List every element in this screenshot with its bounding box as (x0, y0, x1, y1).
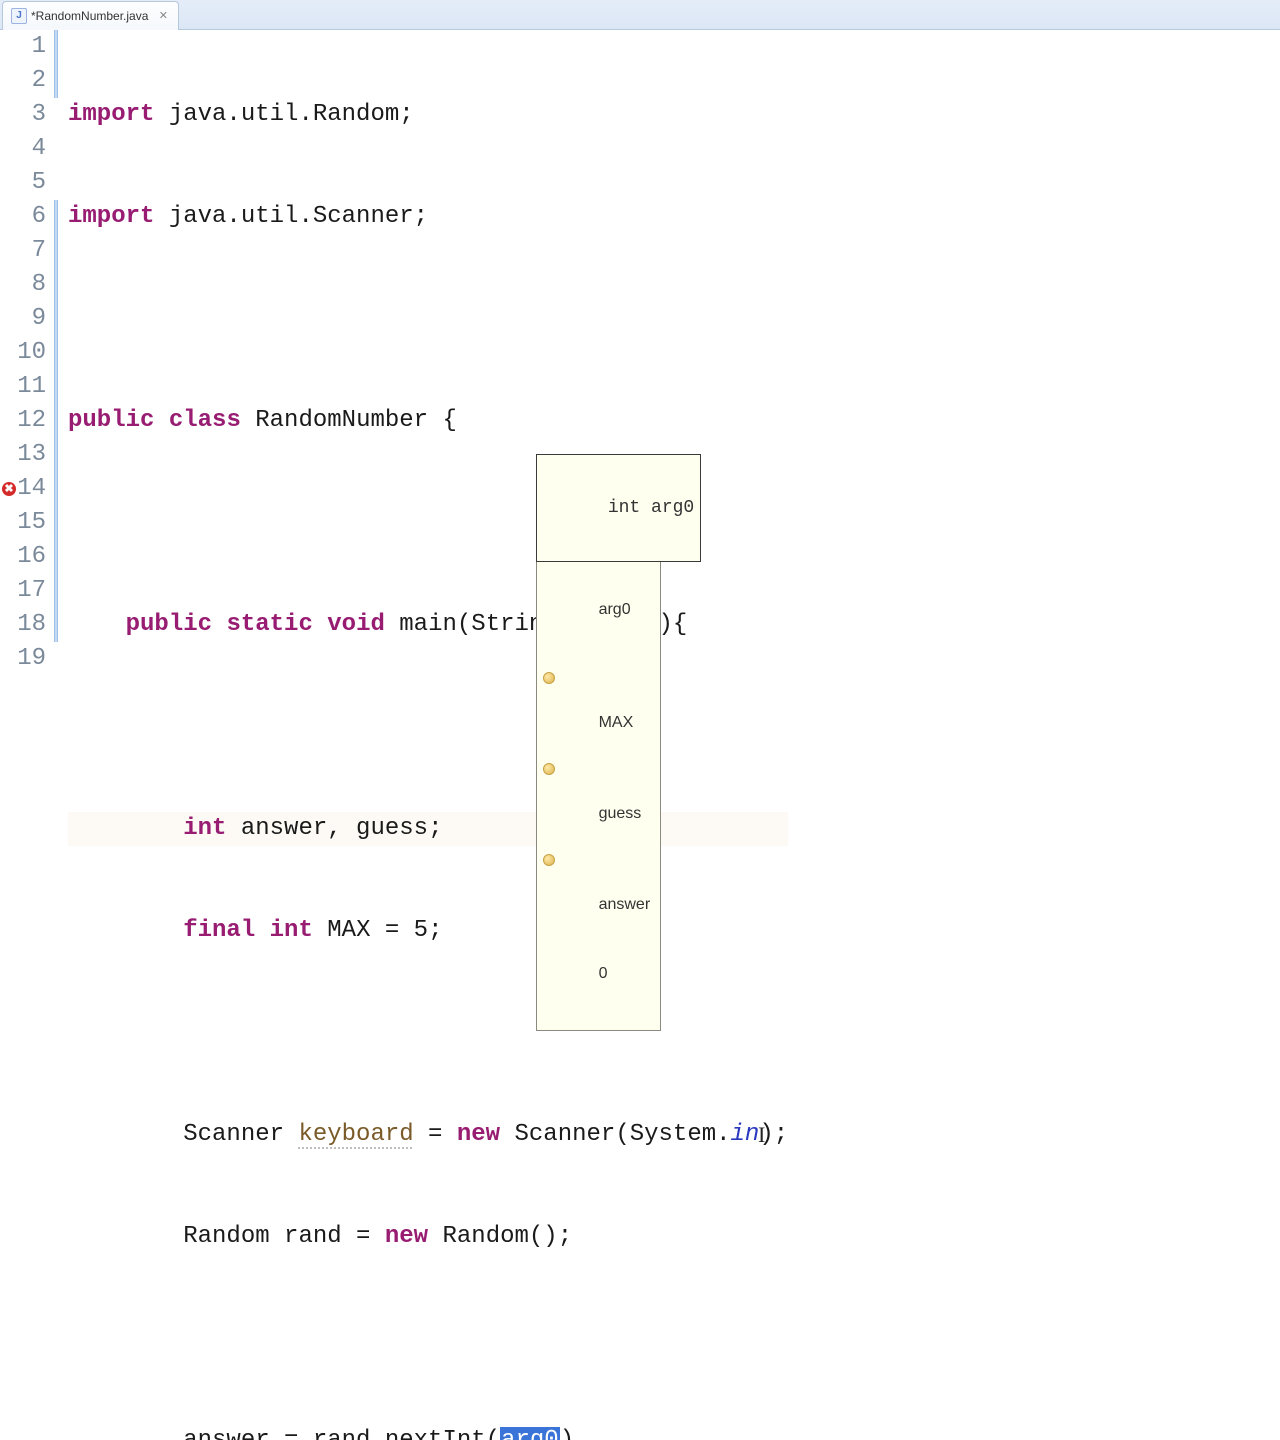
code-token: new (385, 1223, 428, 1250)
line-number: 9 (0, 302, 46, 336)
line-number: 8 (0, 268, 46, 302)
line-number-text: 14 (17, 475, 46, 502)
code-token: import (68, 203, 154, 230)
line-number: 18 (0, 608, 46, 642)
code-token: public (68, 407, 154, 434)
autocomplete-item[interactable]: 0 (537, 939, 660, 962)
code-token: MAX = 5; (313, 917, 443, 944)
code-token: in (731, 1121, 760, 1148)
folding-ruler (52, 30, 66, 720)
code-token: keyboard (298, 1121, 413, 1149)
code-token: public (126, 611, 212, 638)
code-token: java.util.Random; (154, 101, 413, 128)
line-number: 19 (0, 642, 46, 676)
code-editor[interactable]: 1 2 3 4 5 6 7 8 9 10 11 12 13 ✖ 14 15 16… (0, 30, 1280, 720)
code-token: Random rand = (183, 1223, 385, 1250)
variable-icon (543, 854, 555, 866)
code-token: final (183, 917, 255, 944)
code-token: import (68, 101, 154, 128)
tooltip-text: int arg0 (608, 498, 694, 518)
code-token: static (226, 611, 312, 638)
line-number-gutter: 1 2 3 4 5 6 7 8 9 10 11 12 13 ✖ 14 15 16… (0, 30, 52, 720)
error-icon[interactable]: ✖ (2, 482, 16, 496)
line-number: 1 (0, 30, 46, 64)
code-token: RandomNumber { (241, 407, 457, 434)
parameter-hint-tooltip: int arg0 (536, 454, 701, 562)
code-token: int (270, 917, 313, 944)
code-token: java.util.Scanner; (154, 203, 428, 230)
editor-tab[interactable]: J *RandomNumber.java ✕ (2, 1, 179, 30)
autocomplete-label: 0 (599, 965, 608, 982)
tab-bar: J *RandomNumber.java ✕ (0, 0, 1280, 30)
line-number: 15 (0, 506, 46, 540)
code-token: new (457, 1121, 500, 1148)
line-number: 2 (0, 64, 46, 98)
variable-icon (543, 672, 555, 684)
selected-argument[interactable]: arg0 (500, 1427, 560, 1440)
autocomplete-popup[interactable]: arg0 MAX guess answer 0 (536, 506, 661, 1031)
close-icon[interactable]: ✕ (156, 9, 170, 23)
code-token: = (414, 1121, 457, 1148)
variable-icon (543, 763, 555, 775)
code-area[interactable]: import java.util.Random; import java.uti… (66, 30, 788, 720)
code-token: answer = rand.nextInt( (183, 1427, 500, 1440)
code-token: Scanner (183, 1121, 298, 1148)
line-number: 11 (0, 370, 46, 404)
code-token: ) (560, 1427, 574, 1440)
autocomplete-label: answer (599, 896, 651, 913)
line-number: 4 (0, 132, 46, 166)
code-token: int (183, 815, 226, 842)
line-number: 3 (0, 98, 46, 132)
tab-label: *RandomNumber.java (31, 9, 148, 23)
line-number: 10 (0, 336, 46, 370)
text-cursor-icon: I (758, 1118, 765, 1152)
code-token: Scanner(System. (500, 1121, 730, 1148)
line-number: 12 (0, 404, 46, 438)
line-number: 13 (0, 438, 46, 472)
code-token: void (327, 611, 385, 638)
autocomplete-item[interactable]: guess (537, 757, 660, 780)
autocomplete-label: MAX (599, 714, 634, 731)
line-number: 17 (0, 574, 46, 608)
autocomplete-label: guess (599, 805, 642, 822)
autocomplete-item[interactable]: arg0 (537, 575, 660, 598)
line-number: 7 (0, 234, 46, 268)
line-number: ✖ 14 (0, 472, 46, 506)
code-token: answer, guess; (226, 815, 442, 842)
line-number: 16 (0, 540, 46, 574)
java-file-icon: J (11, 8, 27, 24)
code-token: Random(); (428, 1223, 572, 1250)
line-number: 6 (0, 200, 46, 234)
code-token: class (169, 407, 241, 434)
autocomplete-label: arg0 (599, 601, 631, 618)
autocomplete-item[interactable]: MAX (537, 666, 660, 689)
line-number: 5 (0, 166, 46, 200)
autocomplete-item[interactable]: answer (537, 848, 660, 871)
